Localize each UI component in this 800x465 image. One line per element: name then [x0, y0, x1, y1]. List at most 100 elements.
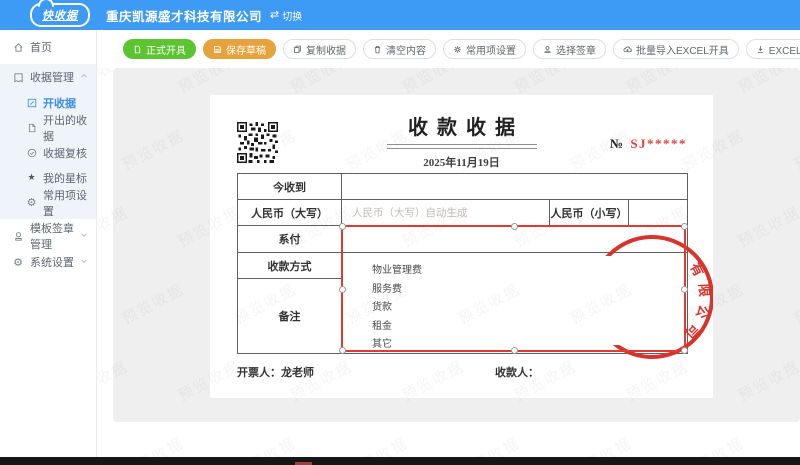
- gear-icon: ⚙: [12, 256, 24, 268]
- star-icon: ★: [26, 172, 37, 183]
- sidebar-group-system[interactable]: ⚙ 系统设置: [0, 249, 96, 275]
- resize-handle-nw[interactable]: [339, 223, 346, 230]
- resize-handle-ne[interactable]: [681, 223, 688, 230]
- watermark-text: 预览收据: [454, 432, 524, 457]
- title-underline: [387, 144, 537, 149]
- receipt-manage-icon: [12, 71, 24, 83]
- amount-figures-input[interactable]: [629, 200, 687, 226]
- chevron-up-icon: [80, 71, 88, 83]
- sidebar-group-template-label: 模板签章管理: [30, 220, 74, 252]
- save-draft-label: 保存草稿: [226, 42, 266, 57]
- resize-handle-s[interactable]: [511, 347, 518, 354]
- person-icon: [543, 45, 552, 54]
- received-input[interactable]: [342, 174, 687, 200]
- document-icon: [26, 122, 37, 133]
- sidebar-item-common-settings-label: 常用项设置: [43, 187, 96, 219]
- sidebar-item-receipt-review[interactable]: 收据复核: [0, 140, 96, 165]
- batch-import-excel-label: 批量导入EXCEL开具: [636, 42, 729, 57]
- switch-label: 切换: [282, 8, 302, 23]
- excel-template-download-button[interactable]: EXCEL模板下载: [746, 39, 800, 59]
- app-logo[interactable]: 快收据: [30, 3, 90, 27]
- common-items-button[interactable]: 常用项设置: [443, 39, 526, 59]
- label-amount-figures: 人民币（小写）: [549, 200, 629, 226]
- amount-words-input[interactable]: 人民币（大写）自动生成: [342, 200, 549, 226]
- clear-content-button[interactable]: 清空内容: [363, 39, 436, 59]
- sidebar-item-issued-receipts[interactable]: 开出的收据: [0, 115, 96, 140]
- document-icon: [133, 45, 142, 54]
- common-items-label: 常用项设置: [466, 42, 516, 57]
- sidebar-group-receipt-label: 收据管理: [30, 69, 74, 85]
- copy-receipt-button[interactable]: 复制收据: [283, 39, 356, 59]
- home-icon: [12, 41, 24, 53]
- gear-icon: ⚙: [26, 197, 37, 208]
- stamp-icon: [12, 230, 24, 242]
- receipt-number: № SJ*****: [610, 136, 687, 152]
- payee-label: 收款人：: [495, 367, 539, 379]
- receipt-paper: 收款收据 2025年11月19日 № SJ***** 今收到 人民币（大写） 人…: [210, 95, 713, 398]
- sidebar: 首页 收据管理 开收据 开出的收据: [0, 30, 97, 457]
- save-draft-button[interactable]: 保存草稿: [203, 39, 276, 59]
- app-window: 快收据 重庆凯源盛才科技有限公司 ⇄ 切换 首页 收据管理: [0, 0, 800, 465]
- label-payment-method: 收款方式: [238, 253, 342, 279]
- save-icon: [213, 45, 222, 54]
- resize-handle-n[interactable]: [511, 223, 518, 230]
- sidebar-item-home-label: 首页: [30, 39, 52, 55]
- payee-line: 收款人：: [495, 364, 539, 380]
- switch-company-button[interactable]: ⇄ 切换: [270, 8, 302, 23]
- excel-template-download-label: EXCEL模板下载: [769, 42, 800, 57]
- receipt-number-value: SJ*****: [630, 136, 687, 151]
- cloud-upload-icon: [623, 45, 632, 54]
- sidebar-item-common-settings[interactable]: ⚙ 常用项设置: [0, 190, 96, 215]
- company-name: 重庆凯源盛才科技有限公司: [106, 6, 262, 25]
- sidebar-item-my-stars-label: 我的星标: [43, 170, 87, 186]
- sidebar-group-template[interactable]: 模板签章管理: [0, 223, 96, 249]
- sidebar-item-issued-receipts-label: 开出的收据: [43, 112, 96, 144]
- sidebar-group-receipt: 收据管理 开收据 开出的收据 收据复核 ★ 我的: [0, 64, 96, 219]
- issue-official-label: 正式开具: [146, 42, 186, 57]
- clear-content-label: 清空内容: [386, 42, 426, 57]
- copy-icon: [293, 45, 302, 54]
- label-remarks: 备注: [238, 279, 342, 353]
- switch-icon: ⇄: [270, 10, 279, 21]
- trash-icon: [373, 45, 382, 54]
- sidebar-item-home[interactable]: 首页: [0, 34, 96, 60]
- batch-import-excel-button[interactable]: 批量导入EXCEL开具: [613, 39, 739, 59]
- choose-stamp-button[interactable]: 选择签章: [533, 39, 606, 59]
- copy-receipt-label: 复制收据: [306, 42, 346, 57]
- edit-icon: [26, 97, 37, 108]
- watermark-text: 预览收据: [118, 432, 188, 457]
- issuer-name: 龙老师: [281, 367, 314, 379]
- resize-handle-se[interactable]: [681, 347, 688, 354]
- receipt-date[interactable]: 2025年11月19日: [210, 154, 713, 170]
- issuer-line: 开票人：龙老师: [237, 364, 314, 380]
- resize-handle-w[interactable]: [339, 286, 346, 293]
- label-received: 今收到: [238, 174, 342, 200]
- receipt-toolbar: 正式开具 保存草稿 复制收据 清空内容 常用项设置 选择签章 批量导入EXCEL…: [97, 30, 800, 68]
- issue-official-button[interactable]: 正式开具: [123, 39, 196, 59]
- watermark-text: 预览收据: [230, 432, 300, 457]
- receipt-number-prefix: №: [610, 136, 623, 151]
- watermark-text: 预览收据: [342, 432, 412, 457]
- sidebar-item-receipt-review-label: 收据复核: [43, 145, 87, 161]
- gear-icon: [453, 45, 462, 54]
- sidebar-item-open-receipt-label: 开收据: [43, 95, 76, 111]
- label-payment-for: 系付: [238, 226, 342, 253]
- check-circle-icon: [26, 147, 37, 158]
- chevron-down-icon: [80, 230, 88, 242]
- topbar: 快收据 重庆凯源盛才科技有限公司 ⇄ 切换: [0, 0, 800, 30]
- resize-handle-e[interactable]: [681, 286, 688, 293]
- resize-handle-sw[interactable]: [339, 347, 346, 354]
- bottom-bar: [0, 457, 800, 465]
- download-icon: [756, 45, 765, 54]
- sidebar-group-system-label: 系统设置: [30, 254, 74, 270]
- choose-stamp-label: 选择签章: [556, 42, 596, 57]
- watermark-text: 预览收据: [678, 432, 748, 457]
- app-logo-text: 快收据: [42, 7, 78, 23]
- label-amount-words: 人民币（大写）: [238, 200, 342, 226]
- watermark-text: 预览收据: [790, 432, 800, 457]
- issuer-label: 开票人：: [237, 367, 281, 379]
- watermark-text: 预览收据: [566, 432, 636, 457]
- sidebar-group-receipt-header[interactable]: 收据管理: [0, 64, 96, 90]
- chevron-down-icon: [80, 256, 88, 268]
- selection-box[interactable]: [341, 225, 686, 352]
